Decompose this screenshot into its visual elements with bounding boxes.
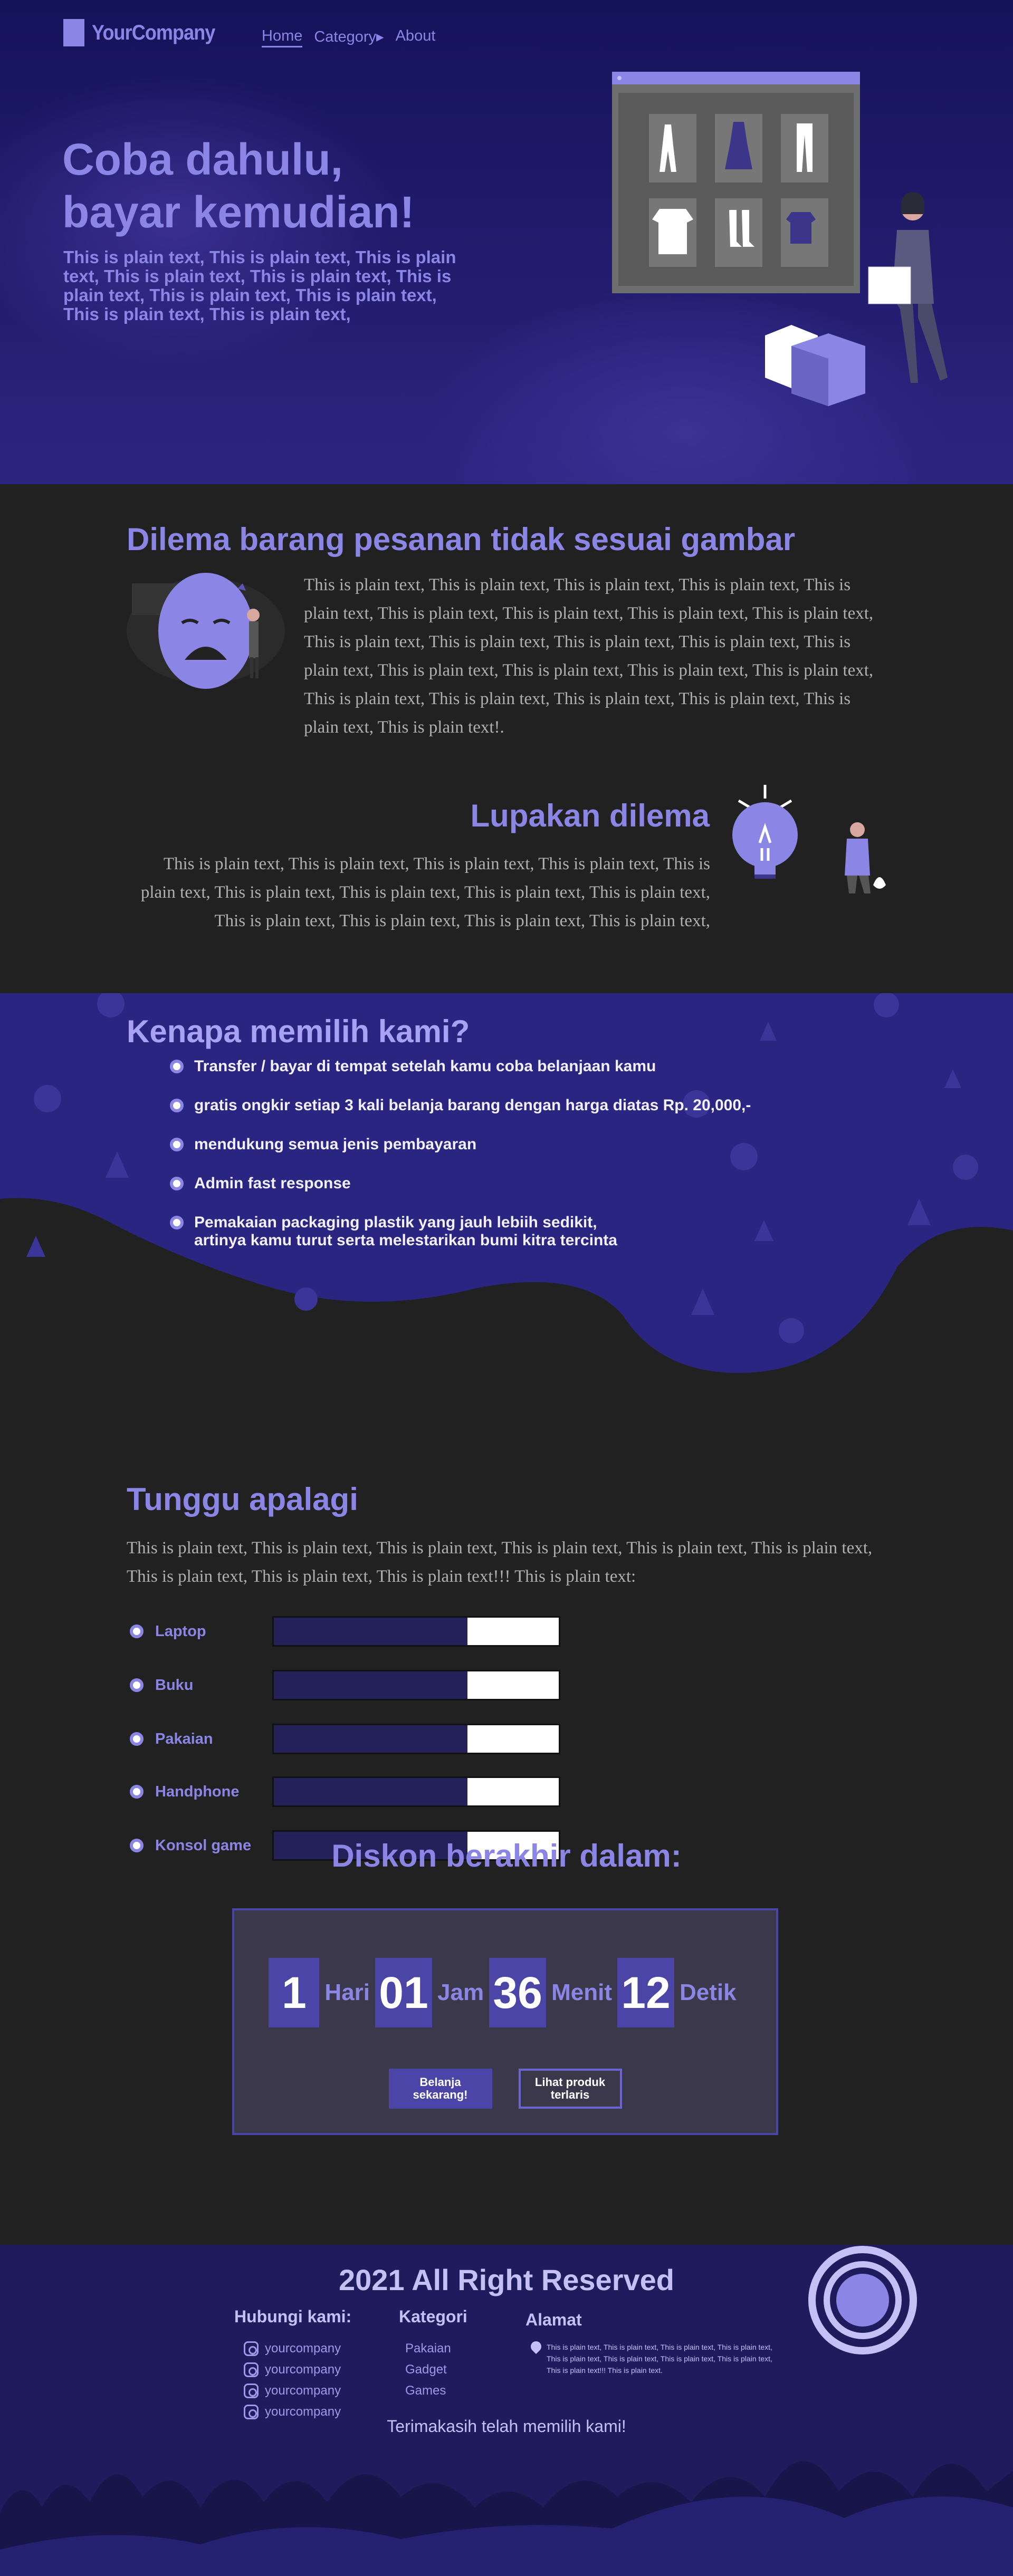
progress-label: Laptop (155, 1622, 206, 1640)
hero-title-line1: Coba dahulu, (62, 134, 343, 184)
lightbulb-illustration (732, 785, 886, 893)
logo-square-icon (63, 19, 84, 46)
contact-instagram-link[interactable]: yourcompany (234, 2359, 351, 2380)
nav-about-link[interactable]: About (396, 27, 436, 47)
shopping-illustration (612, 72, 948, 406)
bullet-icon (170, 1099, 184, 1112)
hero-section: YourCompany Home Category▸ About Coba da… (0, 0, 1013, 484)
hero-title: Coba dahulu, bayar kemudian! (62, 133, 415, 238)
location-pin-icon (528, 2339, 544, 2354)
progress-fill (274, 1725, 468, 1753)
progress-fill (274, 1671, 468, 1699)
progress-row: Handphone 65 % (130, 1776, 560, 1807)
progress-value: 65 % (508, 1783, 543, 1800)
lupakan-text: This is plain text, This is plain text, … (140, 854, 710, 930)
countdown-box: 1 Hari 01 Jam 36 Menit 12 Detik Belanja … (232, 1908, 778, 2135)
main-nav: Home Category▸ About (262, 27, 435, 47)
footer-category-title: Kategori (399, 2307, 467, 2326)
bullet-icon (170, 1060, 184, 1073)
footer-wave-background (0, 2461, 1013, 2576)
nav-home-link[interactable]: Home (262, 27, 303, 47)
bullet-icon (130, 1732, 144, 1746)
list-item: Pemakaian packaging plastik yang jauh le… (170, 1214, 751, 1249)
bullet-icon (170, 1216, 184, 1229)
progress-bar: 65 % (272, 1724, 560, 1754)
instagram-icon (244, 2341, 259, 2356)
instagram-icon (244, 2362, 259, 2377)
brand-logo[interactable]: YourCompany (63, 19, 228, 46)
kenapa-title: Kenapa memilih kami? (127, 1014, 470, 1049)
progress-value: 65 % (508, 1622, 543, 1640)
contact-instagram-link[interactable]: yourcompany (234, 2380, 351, 2401)
footer-address: Alamat This is plain text, This is plain… (525, 2310, 773, 2376)
footer: 2021 All Right Reserved Hubungi kami: yo… (0, 2245, 1013, 2576)
lupakan-title: Lupakan dilema (470, 798, 710, 833)
tunggu-section: Tunggu apalagi This is plain text, This … (0, 1434, 1013, 2245)
shop-now-button[interactable]: Belanja sekarang! (388, 2069, 492, 2109)
footer-address-title: Alamat (525, 2310, 582, 2329)
list-item: Admin fast response (170, 1175, 751, 1193)
sad-face-illustration (127, 573, 285, 689)
dilema-section: Dilema barang pesanan tidak sesuai gamba… (0, 484, 1013, 993)
footer-categories: Kategori Pakaian Gadget Games (399, 2307, 467, 2401)
progress-row: Buku 65 % (130, 1670, 560, 1700)
list-item: gratis ongkir setiap 3 kali belanja bara… (170, 1097, 751, 1114)
countdown-hours: 01 (375, 1958, 433, 2027)
instagram-icon (244, 2383, 259, 2398)
footer-category-link[interactable]: Games (399, 2380, 467, 2401)
countdown-seconds-label: Detik (679, 1979, 737, 2005)
tunggu-text: This is plain text, This is plain text, … (127, 1539, 873, 1586)
progress-value: 65 % (508, 1676, 543, 1694)
progress-row: Laptop 65 % (130, 1616, 560, 1647)
progress-bar: 65 % (272, 1616, 560, 1647)
hero-subtitle: This is plain text, This is plain text, … (63, 247, 456, 324)
countdown-days-label: Hari (324, 1979, 370, 2005)
countdown-actions: Belanja sekarang! Lihat produk terlaris (234, 2069, 776, 2109)
progress-bar: 65 % (272, 1670, 560, 1700)
footer-logo-icon[interactable] (807, 2245, 918, 2356)
nav-category-link[interactable]: Category▸ (314, 27, 384, 47)
brand-name: YourCompany (92, 21, 215, 44)
footer-contact: Hubungi kami: yourcompany yourcompany yo… (234, 2307, 351, 2423)
hero-title-line2: bayar kemudian! (62, 187, 415, 237)
footer-copyright: 2021 All Right Reserved (339, 2263, 674, 2296)
progress-bar: 65 % (272, 1776, 560, 1807)
bullet-icon (130, 1678, 144, 1692)
progress-fill (274, 1618, 468, 1645)
countdown-minutes: 36 (489, 1958, 547, 2027)
footer-address-text: This is plain text, This is plain text, … (525, 2339, 773, 2376)
bullet-icon (170, 1177, 184, 1190)
tunggu-title: Tunggu apalagi (127, 1482, 358, 1517)
contact-instagram-link[interactable]: yourcompany (234, 2338, 351, 2359)
progress-value: 65 % (508, 1730, 543, 1747)
footer-contact-title: Hubungi kami: (234, 2307, 352, 2326)
progress-label: Pakaian (155, 1730, 213, 1747)
kenapa-section: Kenapa memilih kami? Transfer / bayar di… (0, 993, 1013, 1434)
countdown-days: 1 (269, 1958, 320, 2027)
countdown-units: 1 Hari 01 Jam 36 Menit 12 Detik (234, 1958, 776, 2027)
diskon-title: Diskon berakhir dalam: (331, 1838, 682, 1873)
footer-category-link[interactable]: Pakaian (399, 2338, 467, 2359)
progress-row: Pakaian 65 % (130, 1724, 560, 1754)
footer-category-link[interactable]: Gadget (399, 2359, 467, 2380)
list-item: mendukung semua jenis pembayaran (170, 1136, 751, 1154)
dilema-text: This is plain text, This is plain text, … (304, 575, 874, 737)
bullet-icon (130, 1625, 144, 1638)
list-item: Transfer / bayar di tempat setelah kamu … (170, 1058, 751, 1075)
bullet-icon (130, 1785, 144, 1799)
benefits-list: Transfer / bayar di tempat setelah kamu … (170, 1058, 751, 1271)
countdown-hours-label: Jam (437, 1979, 484, 2005)
dilema-title: Dilema barang pesanan tidak sesuai gamba… (127, 522, 796, 557)
bullet-icon (170, 1138, 184, 1151)
footer-thanks: Terimakasih telah memilih kami! (387, 2417, 626, 2436)
best-seller-button[interactable]: Lihat produk terlaris (518, 2069, 622, 2109)
progress-label: Buku (155, 1676, 194, 1694)
progress-fill (274, 1778, 468, 1805)
countdown-minutes-label: Menit (551, 1979, 612, 2005)
progress-label: Handphone (155, 1783, 240, 1800)
countdown-seconds: 12 (617, 1958, 674, 2027)
